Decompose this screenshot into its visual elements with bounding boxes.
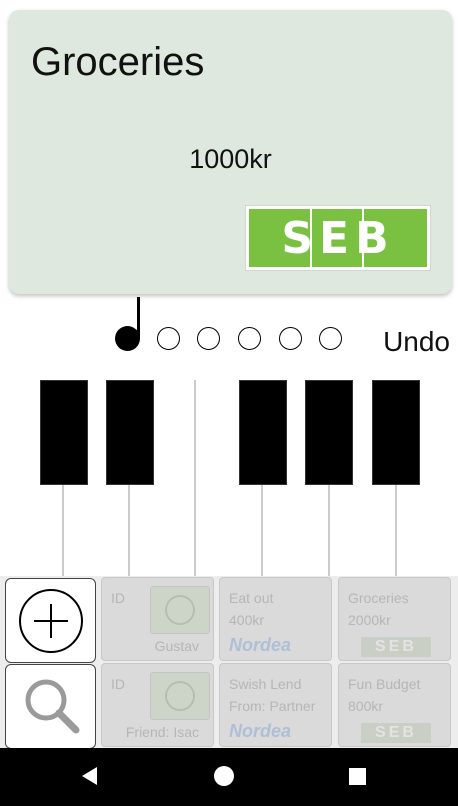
nordea-logo: Nordea: [229, 635, 292, 655]
tile-id-isac[interactable]: ID Friend: Isac: [101, 663, 214, 747]
tile-groceries[interactable]: Groceries 2000kr SEB: [338, 577, 451, 661]
tile-line2: 2000kr: [348, 612, 391, 628]
avatar: [150, 672, 210, 720]
tile-line2: From: Partner: [229, 698, 316, 714]
tile-line2: 800kr: [348, 698, 384, 714]
tile-line1: Fun Budget: [348, 676, 421, 692]
tile-fun-budget[interactable]: Fun Budget 800kr SEB: [338, 663, 451, 747]
back-icon[interactable]: [82, 767, 97, 785]
seb-logo: SEB: [361, 723, 431, 743]
tile-swish-lend[interactable]: Swish Lend From: Partner Nordea: [219, 663, 332, 747]
tile-label: ID: [111, 676, 125, 692]
step-dot: [238, 327, 261, 350]
budget-card[interactable]: Groceries 1000kr SEB: [9, 10, 452, 294]
tile-line1: Swish Lend: [229, 676, 302, 692]
seb-logo-text: SEB: [281, 212, 395, 264]
black-key[interactable]: [305, 380, 353, 485]
tile-name: Friend: Isac: [125, 724, 199, 740]
undo-button[interactable]: Undo: [383, 326, 450, 358]
nordea-logo: Nordea: [229, 721, 292, 741]
tile-name: Gustav: [154, 638, 199, 654]
black-key[interactable]: [239, 380, 287, 485]
tile-line1: Groceries: [348, 590, 409, 606]
seb-logo: SEB: [245, 205, 431, 271]
black-key[interactable]: [106, 380, 154, 485]
tile-eat-out[interactable]: Eat out 400kr Nordea: [219, 577, 332, 661]
step-dot: [197, 327, 220, 350]
step-dot-active: [115, 326, 140, 351]
card-title: Groceries: [31, 40, 205, 84]
black-key[interactable]: [372, 380, 420, 485]
step-dot: [319, 327, 342, 350]
search-icon: [25, 679, 79, 733]
tile-id-gustav[interactable]: ID Gustav: [101, 577, 214, 661]
search-button[interactable]: [5, 664, 96, 749]
avatar-icon: [165, 595, 195, 625]
bottom-panel: ID Gustav Eat out 400kr Nordea Groceries…: [0, 576, 458, 749]
black-key[interactable]: [40, 380, 88, 485]
tile-line2: 400kr: [229, 612, 265, 628]
step-dot: [279, 327, 302, 350]
avatar-icon: [165, 681, 195, 711]
home-icon[interactable]: [214, 766, 234, 786]
tile-label: ID: [111, 590, 125, 606]
step-dot: [157, 327, 180, 350]
recents-icon[interactable]: [349, 768, 366, 785]
tile-line1: Eat out: [229, 590, 274, 606]
piano-keyboard: [0, 380, 458, 576]
avatar: [150, 586, 210, 634]
add-button[interactable]: [5, 578, 96, 663]
seb-logo: SEB: [361, 637, 431, 657]
card-amount: 1000kr: [189, 144, 272, 174]
plus-circle-icon: [18, 588, 83, 653]
